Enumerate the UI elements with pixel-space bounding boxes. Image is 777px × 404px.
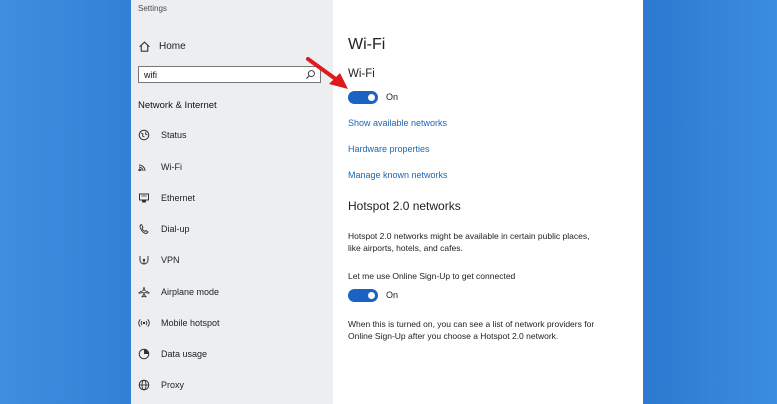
- sidebar-item-label: Dial-up: [161, 224, 190, 234]
- sidebar-item-mobile-hotspot[interactable]: Mobile hotspot: [138, 314, 328, 332]
- wifi-toggle[interactable]: [348, 91, 378, 104]
- manage-known-networks-link[interactable]: Manage known networks: [348, 170, 448, 180]
- phone-icon: [138, 223, 150, 235]
- settings-search-box[interactable]: [138, 66, 321, 83]
- sidebar-item-label: Ethernet: [161, 193, 196, 203]
- hotspot-heading: Hotspot 2.0 networks: [348, 199, 461, 213]
- wifi-icon: [138, 161, 150, 173]
- globe-icon: [138, 129, 150, 141]
- home-label: Home: [159, 40, 186, 52]
- hotspot-description-line-2: like airports, hotels, and cafes.: [348, 243, 463, 253]
- sidebar-item-vpn[interactable]: VPN: [138, 251, 328, 269]
- sidebar-item-wifi[interactable]: Wi-Fi: [138, 158, 328, 176]
- sidebar-item-data-usage[interactable]: Data usage: [138, 345, 328, 363]
- sidebar-item-ethernet[interactable]: Ethernet: [138, 189, 328, 207]
- wifi-toggle-state: On: [386, 92, 399, 102]
- hotspot-icon: [138, 317, 150, 329]
- data-usage-icon: [138, 348, 150, 360]
- sidebar-item-label: Status: [161, 130, 187, 140]
- online-signup-label: Let me use Online Sign-Up to get connect…: [348, 271, 516, 281]
- hotspot-description-line-1: Hotspot 2.0 networks might be available …: [348, 231, 590, 241]
- sidebar-item-dial-up[interactable]: Dial-up: [138, 220, 328, 238]
- online-signup-state: On: [386, 290, 399, 300]
- show-available-networks-link[interactable]: Show available networks: [348, 118, 447, 128]
- sidebar-item-proxy[interactable]: Proxy: [138, 376, 328, 394]
- online-signup-description-line-2: Online Sign-Up after you choose a Hotspo…: [348, 331, 559, 341]
- airplane-icon: [138, 286, 150, 298]
- sidebar-item-label: Proxy: [161, 380, 185, 390]
- sidebar: Settings Home Network & Internet Status …: [131, 0, 333, 404]
- toggle-knob: [368, 292, 375, 299]
- settings-window: Settings Home Network & Internet Status …: [131, 0, 643, 404]
- ethernet-icon: [138, 192, 150, 204]
- section-title: Network & Internet: [138, 100, 217, 111]
- page-title: Wi-Fi: [348, 36, 386, 53]
- red-arrow-annotation: [306, 57, 348, 89]
- online-signup-description-line-1: When this is turned on, you can see a li…: [348, 319, 595, 329]
- hardware-properties-link[interactable]: Hardware properties: [348, 144, 430, 154]
- main-panel: Wi-Fi Wi-Fi On Show available networks H…: [333, 0, 643, 404]
- online-signup-toggle[interactable]: [348, 289, 378, 302]
- toggle-knob: [368, 94, 375, 101]
- sidebar-item-label: VPN: [161, 255, 180, 265]
- wifi-toggle-label: Wi-Fi: [348, 68, 375, 80]
- sidebar-item-status[interactable]: Status: [138, 126, 328, 144]
- sidebar-item-label: Data usage: [161, 349, 208, 359]
- window-title: Settings: [138, 4, 167, 13]
- vpn-icon: [138, 254, 150, 266]
- search-input[interactable]: [144, 69, 294, 80]
- globe-icon: [138, 379, 150, 391]
- sidebar-item-label: Airplane mode: [161, 287, 220, 297]
- home-nav-item[interactable]: Home: [138, 38, 186, 54]
- sidebar-item-airplane-mode[interactable]: Airplane mode: [138, 283, 328, 301]
- sidebar-item-label: Wi-Fi: [161, 162, 182, 172]
- home-icon: [139, 40, 150, 52]
- sidebar-item-label: Mobile hotspot: [161, 318, 220, 328]
